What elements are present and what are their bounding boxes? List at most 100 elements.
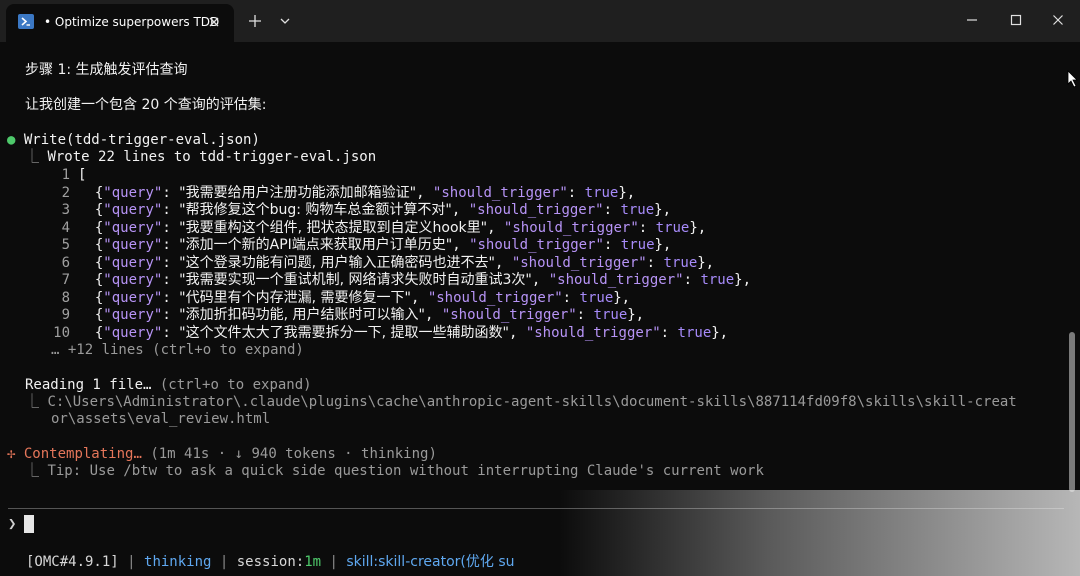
line-number: 7 xyxy=(61,272,70,288)
reading-status: Reading 1 file… (ctrl+o to expand) xyxy=(25,377,312,393)
json-colon: : xyxy=(162,324,180,341)
json-colon: : xyxy=(638,219,656,236)
intro-text: 让我创建一个包含 20 个查询的评估集: xyxy=(25,97,267,113)
json-comma: , xyxy=(451,202,469,218)
json-key: "query" xyxy=(103,254,163,271)
json-comma: , xyxy=(487,219,504,236)
json-colon: : xyxy=(683,272,701,288)
wrote-summary: ⎿ Wrote 22 lines to tdd-trigger-eval.jso… xyxy=(25,149,377,165)
status-session-label: session: xyxy=(236,554,305,570)
json-bool: true xyxy=(593,307,628,323)
line-number: 6 xyxy=(61,254,70,271)
json-colon: : xyxy=(162,202,180,218)
json-comma: , xyxy=(410,289,428,306)
json-brace: { xyxy=(78,219,104,236)
json-key: "should_trigger" xyxy=(468,202,604,218)
json-colon: : xyxy=(162,237,180,253)
chevron-down-icon[interactable] xyxy=(276,12,294,30)
more-lines[interactable]: … +12 lines (ctrl+o to expand) xyxy=(51,342,304,360)
close-icon[interactable] xyxy=(204,12,224,32)
status-mode: thinking xyxy=(144,554,212,570)
json-query-value: "帮我修复这个bug: 购物车总金额计算不对" xyxy=(179,202,452,218)
spinner-icon: ✢ xyxy=(7,446,16,462)
json-comma: , xyxy=(416,184,433,201)
json-brace: }, xyxy=(711,324,729,341)
mouse-pointer-icon xyxy=(1067,70,1079,88)
json-query-value: "代码里有个内存泄漏, 需要修复一下" xyxy=(179,289,411,306)
maximize-icon[interactable] xyxy=(1006,10,1026,30)
input-caret[interactable] xyxy=(24,515,34,533)
json-colon: : xyxy=(576,307,594,323)
json-brace: { xyxy=(78,307,104,323)
line-number: 8 xyxy=(61,289,70,306)
json-colon: : xyxy=(646,254,664,271)
json-key: "query" xyxy=(103,184,163,201)
json-query-value: "添加一个新的API端点来获取用户订单历史" xyxy=(179,237,453,253)
status-version: [OMC#4.9.1] xyxy=(26,554,119,570)
json-brace: }, xyxy=(627,307,645,323)
json-brace: { xyxy=(78,272,104,288)
scrollbar-thumb[interactable] xyxy=(1069,332,1075,492)
window-close-icon[interactable] xyxy=(1048,10,1068,30)
json-comma: , xyxy=(424,307,442,323)
terminal-icon xyxy=(18,14,34,29)
json-query-value: "我要重构这个组件, 把状态提取到自定义hook里" xyxy=(179,219,488,236)
json-brace: { xyxy=(78,237,104,253)
json-brace: }, xyxy=(613,289,631,306)
status-skill: skill:skill-creator(优化 su xyxy=(346,554,515,570)
code-line: 5 {"query": "添加一个新的API端点来获取用户订单历史", "sho… xyxy=(0,237,672,255)
json-brace: { xyxy=(78,184,104,201)
code-line: 4 {"query": "我要重构这个组件, 把状态提取到自定义hook里", … xyxy=(0,219,707,238)
json-key: "should_trigger" xyxy=(427,289,563,306)
file-path-line-1: ⎿ C:\Users\Administrator\.claude\plugins… xyxy=(25,394,1017,410)
code-line: 8 {"query": "代码里有个内存泄漏, 需要修复一下", "should… xyxy=(0,289,631,308)
code-line: 3 {"query": "帮我修复这个bug: 购物车总金额计算不对", "sh… xyxy=(0,202,671,220)
json-key: "should_trigger" xyxy=(432,184,568,201)
json-bool: true xyxy=(677,324,712,341)
json-key: "query" xyxy=(103,324,163,341)
json-bool: true xyxy=(663,254,698,271)
json-comma: , xyxy=(494,254,512,271)
json-brace: { xyxy=(78,289,104,306)
json-bool: true xyxy=(655,219,690,236)
status-session-value: 1m xyxy=(304,554,322,570)
json-key: "should_trigger" xyxy=(511,254,647,271)
json-comma: , xyxy=(508,324,526,341)
json-brace: { xyxy=(78,324,104,341)
line-number: 3 xyxy=(61,202,70,218)
title-bar: • Optimize superpowers TDD xyxy=(0,0,1080,42)
json-colon: : xyxy=(162,307,180,323)
line-number: 4 xyxy=(61,219,70,236)
json-key: "should_trigger" xyxy=(548,272,684,288)
json-colon: : xyxy=(660,324,678,341)
json-brace: }, xyxy=(689,219,707,236)
prompt-symbol: ❯ xyxy=(8,516,17,532)
json-query-value: "添加折扣码功能, 用户结账时可以输入" xyxy=(179,307,425,323)
code-line: 10 {"query": "这个文件太大了我需要拆分一下, 提取一些辅助函数",… xyxy=(0,325,728,343)
tab-title: • Optimize superpowers TDD xyxy=(44,15,220,29)
json-key: "query" xyxy=(103,237,163,253)
json-brace: }, xyxy=(734,272,752,288)
json-comma: , xyxy=(452,237,470,253)
json-query-value: "我需要给用户注册功能添加邮箱验证" xyxy=(179,184,417,201)
line-number: 5 xyxy=(61,237,70,253)
minimize-icon[interactable] xyxy=(962,10,982,30)
tab-active[interactable]: • Optimize superpowers TDD xyxy=(6,4,234,42)
json-key: "should_trigger" xyxy=(503,219,639,236)
json-key: "should_trigger" xyxy=(469,237,604,253)
line-number: 10 xyxy=(53,324,70,341)
json-colon: : xyxy=(603,237,621,253)
json-colon: : xyxy=(162,254,180,271)
line-number: 1 xyxy=(61,167,70,183)
file-path-line-2: or\assets\eval_review.html xyxy=(51,411,271,427)
json-colon: : xyxy=(567,184,585,201)
code-line: 2 {"query": "我需要给用户注册功能添加邮箱验证", "should_… xyxy=(0,184,636,203)
code-text: [ xyxy=(78,167,87,183)
plus-icon[interactable] xyxy=(246,12,264,30)
json-key: "query" xyxy=(103,289,163,306)
json-colon: : xyxy=(162,272,180,288)
json-query-value: "这个登录功能有问题, 用户输入正确密码也进不去" xyxy=(179,254,495,271)
json-bool: true xyxy=(700,272,735,288)
contemplating-status: ✢ Contemplating… (1m 41s · ↓ 940 tokens … xyxy=(7,446,437,462)
json-bool: true xyxy=(579,289,614,306)
